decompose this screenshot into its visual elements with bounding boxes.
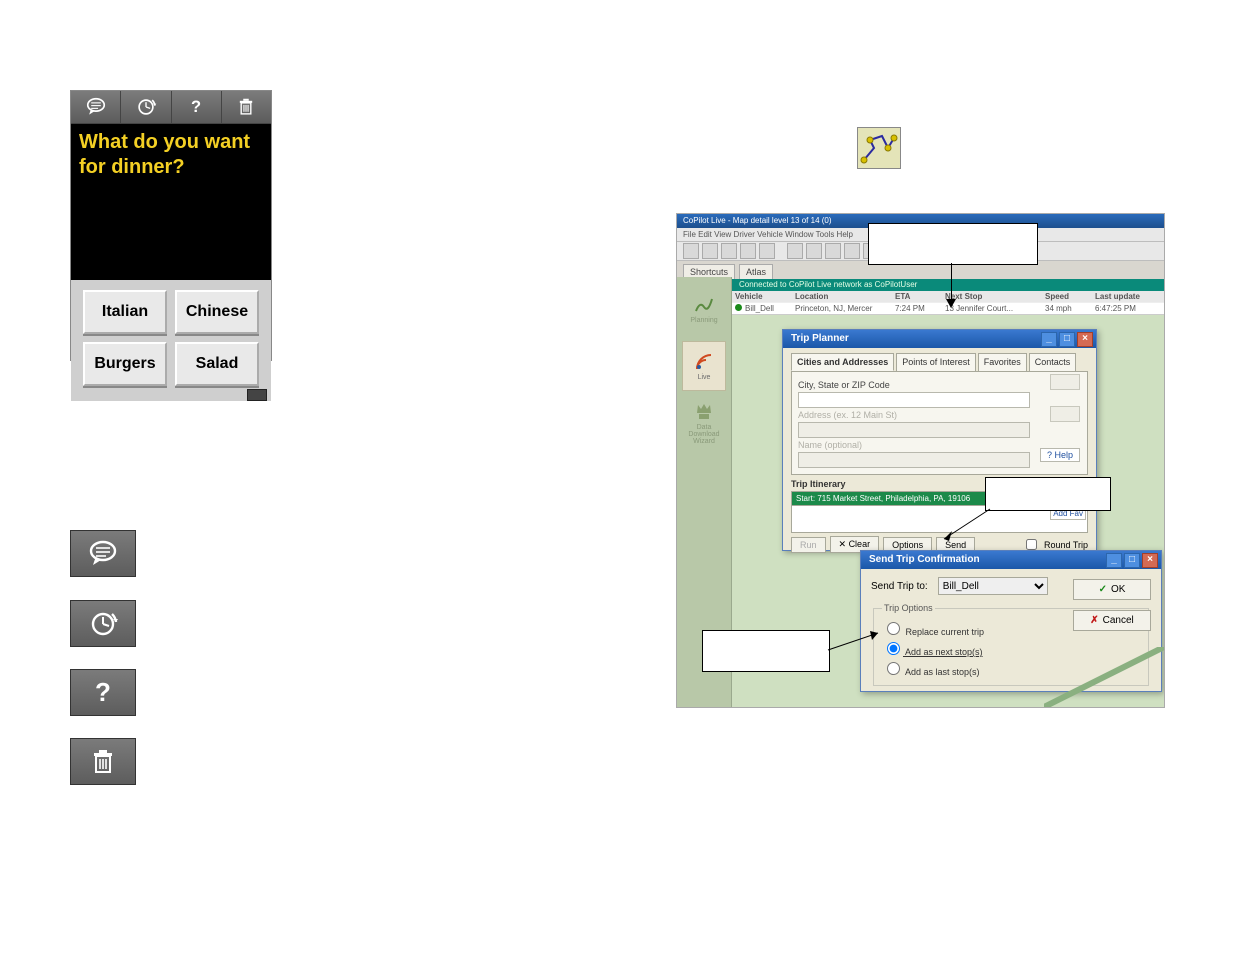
city-label: City, State or ZIP Code — [798, 380, 1081, 390]
maximize-button[interactable]: □ — [1124, 553, 1140, 568]
tab-atlas[interactable]: Atlas — [739, 264, 773, 279]
help-icon: ? — [70, 669, 136, 716]
trip-planner-tabs: Cities and Addresses Points of Interest … — [783, 348, 1096, 371]
help-button[interactable]: ? Help — [1040, 448, 1080, 462]
address-input[interactable] — [798, 422, 1030, 438]
reply-options-grid: Italian Chinese Burgers Salad — [71, 280, 271, 390]
maximize-button[interactable]: □ — [1059, 332, 1075, 347]
recipient-select[interactable]: Bill_Dell — [938, 577, 1048, 595]
close-button[interactable]: × — [1142, 553, 1158, 568]
tab-contacts[interactable]: Contacts — [1029, 353, 1077, 371]
toolbar-button[interactable] — [825, 243, 841, 259]
mobile-topbar: ? — [71, 91, 271, 124]
trip-options-legend: Trip Options — [882, 603, 935, 613]
tab-favorites[interactable]: Favorites — [978, 353, 1027, 371]
arrow-line — [951, 263, 952, 299]
callout-vehicle — [868, 223, 1038, 265]
defer-icon — [70, 600, 136, 647]
message-body-spacer — [71, 202, 271, 280]
col-vehicle: Vehicle — [735, 292, 795, 301]
col-lastupdate: Last update — [1095, 292, 1155, 301]
reply-option-burgers[interactable]: Burgers — [83, 342, 167, 386]
tab-cities-addresses[interactable]: Cities and Addresses — [791, 353, 894, 371]
col-speed: Speed — [1045, 292, 1095, 301]
svg-text:?: ? — [191, 98, 201, 116]
trip-planner-titlebar[interactable]: Trip Planner _ □ × — [783, 330, 1096, 348]
mobile-message-screen: ? What do you want for dinner? Italian C… — [70, 90, 272, 361]
lookup-button[interactable] — [1050, 406, 1080, 422]
close-button[interactable]: × — [1077, 332, 1093, 347]
toolbar-button[interactable] — [759, 243, 775, 259]
round-trip-checkbox[interactable] — [1026, 539, 1037, 550]
reply-option-italian[interactable]: Italian — [83, 290, 167, 334]
col-nextstop: Next Stop — [945, 292, 1045, 301]
add-button[interactable] — [1050, 374, 1080, 390]
sidebar-item-download[interactable]: Data Download Wizard — [683, 399, 725, 447]
address-label: Address (ex. 12 Main St) — [798, 410, 1081, 420]
arrow-options — [828, 630, 888, 660]
map-decoration — [1044, 647, 1164, 707]
send-trip-to-label: Send Trip to: — [871, 581, 928, 592]
arrow-head — [946, 299, 956, 308]
toolbar-button[interactable] — [740, 243, 756, 259]
arrow-send — [940, 509, 990, 543]
col-location: Location — [795, 292, 895, 301]
trip-planner-body: City, State or ZIP Code Address (ex. 12 … — [791, 371, 1088, 475]
toolbar-button[interactable] — [844, 243, 860, 259]
defer-button[interactable] — [121, 91, 171, 123]
mobile-footer — [71, 390, 271, 401]
send-trip-titlebar[interactable]: Send Trip Confirmation _ □ × — [861, 551, 1161, 569]
toolbar-button[interactable] — [683, 243, 699, 259]
sidebar-item-live[interactable]: Live — [682, 341, 726, 391]
city-input[interactable] — [798, 392, 1030, 408]
toolbar-button[interactable] — [806, 243, 822, 259]
minimize-button[interactable]: _ — [1041, 332, 1057, 347]
connection-status: Connected to CoPilot Live network as CoP… — [731, 279, 1164, 291]
col-eta: ETA — [895, 292, 945, 301]
toolbar-button[interactable] — [702, 243, 718, 259]
round-trip-label: Round Trip — [1044, 540, 1088, 550]
delete-button[interactable] — [222, 91, 271, 123]
run-button[interactable]: Run — [791, 537, 826, 553]
minimize-button[interactable]: _ — [1106, 553, 1122, 568]
callout-send — [985, 477, 1111, 511]
help-button[interactable]: ? — [172, 91, 222, 123]
sidebar-item-planning[interactable]: Planning — [683, 285, 725, 333]
keyboard-icon[interactable] — [247, 389, 267, 401]
send-trip-toolbar-icon[interactable] — [857, 127, 901, 169]
reply-option-salad[interactable]: Salad — [175, 342, 259, 386]
svg-text:?: ? — [95, 677, 111, 707]
cancel-button[interactable]: ✗ Cancel — [1073, 610, 1151, 631]
toolbar-button[interactable] — [787, 243, 803, 259]
toolbar-button[interactable] — [721, 243, 737, 259]
name-input[interactable] — [798, 452, 1030, 468]
trash-icon — [70, 738, 136, 785]
reply-option-chinese[interactable]: Chinese — [175, 290, 259, 334]
speech-icon — [70, 530, 136, 577]
incoming-message-text: What do you want for dinner? — [71, 124, 271, 202]
reply-button[interactable] — [71, 91, 121, 123]
ok-button[interactable]: ✓ OK — [1073, 579, 1151, 600]
name-label: Name (optional) — [798, 440, 1081, 450]
tab-poi[interactable]: Points of Interest — [896, 353, 976, 371]
callout-options — [702, 630, 830, 672]
